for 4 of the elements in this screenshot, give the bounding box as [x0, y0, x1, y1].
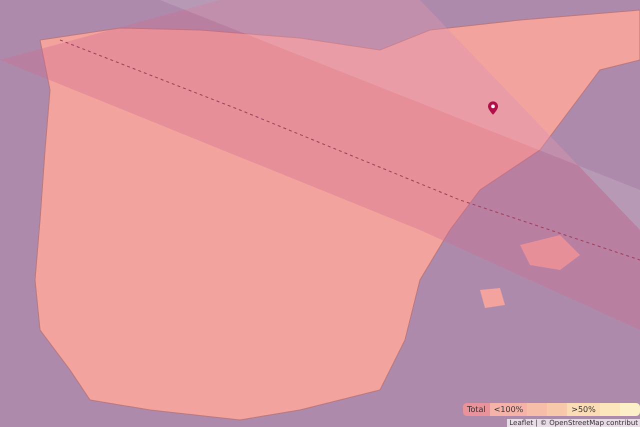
legend-label: Total — [463, 403, 490, 416]
legend-label: <100% — [490, 403, 528, 416]
legend-label: >50% — [567, 403, 600, 416]
map-pin-icon[interactable] — [488, 101, 498, 115]
